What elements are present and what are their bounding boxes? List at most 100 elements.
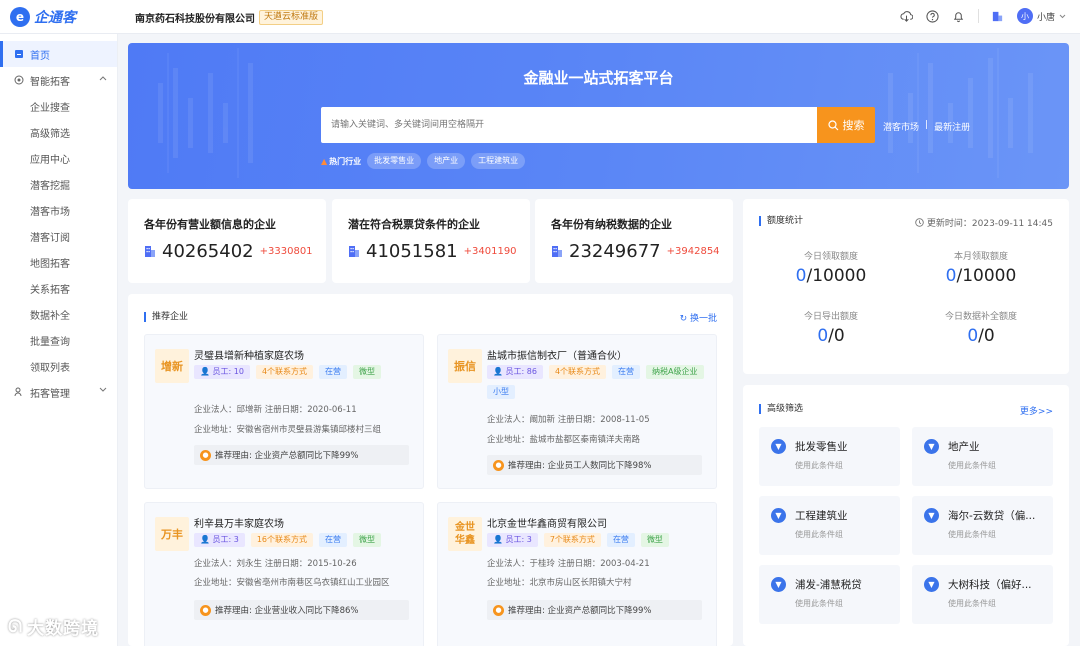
sidebar-item-app-center[interactable]: 应用中心: [0, 145, 117, 171]
company-address: 企业地址：盐城市盐都区秦南镇洋夫南路: [487, 435, 641, 445]
filter-group-name: 地产业: [948, 441, 980, 453]
help-icon[interactable]: [926, 9, 940, 23]
stat-delta: +3401190: [463, 246, 517, 257]
company-legal: 企业法人：刘永生 注册日期：2015-10-26: [194, 559, 357, 569]
download-icon[interactable]: [900, 9, 914, 23]
filter-icon: ▼: [771, 508, 786, 523]
filter-group-card[interactable]: ▼ 海尔-云数贷（偏... 使用此条件组: [912, 496, 1053, 555]
logo-text: 企通客: [34, 10, 76, 26]
sidebar-item-relation-prospecting[interactable]: 关系拓客: [0, 275, 117, 301]
stat-card-revenue[interactable]: 各年份有营业额信息的企业 40265402 +3330801: [128, 199, 326, 283]
recommend-reason: ● 推荐理由: 企业资产总额同比下降99%: [194, 445, 409, 465]
company-address: 企业地址：北京市房山区长阳镇大宁村: [487, 578, 632, 588]
filter-group-card[interactable]: ▼ 地产业 使用此条件组: [912, 427, 1053, 486]
reason-icon: ●: [200, 604, 211, 616]
sidebar-item-label: 首页: [30, 50, 50, 62]
refresh-button[interactable]: ↻ 换一批: [680, 311, 717, 324]
quota-daily-completion: 今日数据补全额度 0/0: [906, 309, 1056, 346]
sidebar-item-label: 应用中心: [30, 154, 70, 166]
use-filter-link[interactable]: 使用此条件组: [948, 460, 996, 471]
quota-used: 0: [795, 266, 807, 286]
avatar: 小: [1016, 8, 1033, 24]
tag-contacts[interactable]: 4个联系方式: [548, 365, 607, 379]
fire-icon: ▲: [321, 156, 328, 166]
sidebar-item-map-prospecting[interactable]: 地图拓客: [0, 249, 117, 275]
stat-card-tax-loan[interactable]: 潜在符合税票贷条件的企业 41051581 +3401190: [332, 199, 530, 283]
sidebar-item-claim-list[interactable]: 领取列表: [0, 353, 117, 379]
sidebar-item-batch-query[interactable]: 批量查询: [0, 327, 117, 353]
use-filter-link[interactable]: 使用此条件组: [795, 460, 843, 471]
hot-industries: ▲ 热门行业 批发零售业 地产业 工程建筑业: [321, 153, 526, 169]
use-filter-link[interactable]: 使用此条件组: [795, 598, 843, 609]
building-icon: [145, 246, 155, 257]
sidebar-item-enterprise-search[interactable]: 企业搜查: [0, 93, 117, 119]
hero-banner: 金融业一站式拓客平台 搜索 潜客市场 | 最新注册 ▲热门行业 批发零售业 地产…: [128, 43, 1069, 189]
link-prospect-market[interactable]: 潜客市场: [883, 120, 919, 133]
company-address: 企业地址：安徽省宿州市灵璧县游集镇邱楼村三组: [194, 425, 382, 435]
more-link[interactable]: 更多>>: [1020, 404, 1053, 417]
use-filter-link[interactable]: 使用此条件组: [795, 529, 843, 540]
sidebar-item-prospect-mining[interactable]: 潜客挖掘: [0, 171, 117, 197]
sidebar-item-smart-prospecting[interactable]: 智能拓客: [0, 67, 117, 93]
quota-value: 0/0: [756, 326, 906, 346]
filter-group-name: 工程建筑业: [795, 510, 848, 522]
sidebar-item-data-completion[interactable]: 数据补全: [0, 301, 117, 327]
filter-group-card[interactable]: ▼ 工程建筑业 使用此条件组: [759, 496, 900, 555]
quota-daily-claim: 今日领取额度 0/10000: [756, 249, 906, 286]
sidebar-item-prospect-subscribe[interactable]: 潜客订阅: [0, 223, 117, 249]
company-name[interactable]: 灵璧县增新种植家庭农场: [194, 347, 304, 362]
use-filter-link[interactable]: 使用此条件组: [948, 598, 996, 609]
company-name[interactable]: 盐城市振信制衣厂（普通合伙）: [487, 347, 627, 362]
hot-tag-wholesale[interactable]: 批发零售业: [367, 153, 422, 169]
top-bar: e 企通客 南京药石科技股份有限公司 天遒云标准版 小 小唐: [0, 0, 1080, 34]
link-newly-registered[interactable]: 最新注册: [934, 120, 970, 133]
recommend-reason: ● 推荐理由: 企业资产总额同比下降99%: [487, 600, 702, 620]
company-legal: 企业法人：于桂玲 注册日期：2003-04-21: [487, 559, 650, 569]
building-icon[interactable]: [991, 9, 1005, 23]
bell-icon[interactable]: [952, 9, 966, 23]
company-logo: 万丰: [155, 517, 189, 551]
hero-title: 金融业一站式拓客平台: [523, 69, 674, 87]
company-card[interactable]: 振信 盐城市振信制衣厂（普通合伙） 👤 员工: 86 4个联系方式 在营 纳税A…: [437, 334, 717, 489]
tag-contacts[interactable]: 7个联系方式: [543, 533, 601, 547]
company-card[interactable]: 增新 灵璧县增新种植家庭农场 👤 员工: 10 4个联系方式 在营 微型 企业法…: [144, 334, 424, 489]
quota-used: 0: [967, 326, 979, 346]
filter-group-card[interactable]: ▼ 大树科技（偏好... 使用此条件组: [912, 565, 1053, 624]
quota-title: 额度统计: [759, 216, 803, 226]
sidebar-item-label: 企业搜查: [30, 102, 70, 114]
quota-label: 今日领取额度: [803, 252, 858, 262]
watermark: ᘏ 大数跨境: [8, 614, 99, 640]
sidebar-item-advanced-filter[interactable]: 高级筛选: [0, 119, 117, 145]
hot-tag-real-estate[interactable]: 地产业: [427, 153, 466, 169]
reason-text: 推荐理由: 企业员工人数同比下降98%: [508, 461, 652, 471]
filter-group-name: 批发零售业: [795, 441, 848, 453]
company-name[interactable]: 北京金世华鑫商贸有限公司: [487, 515, 607, 530]
company-card[interactable]: 万丰 利辛县万丰家庭农场 👤 员工: 3 16个联系方式 在营 微型 企业法人：…: [144, 502, 424, 646]
tag-contacts[interactable]: 16个联系方式: [250, 533, 314, 547]
building-icon: [349, 246, 359, 257]
app-logo[interactable]: e 企通客: [10, 7, 76, 27]
filter-group-card[interactable]: ▼ 浦发-浦慧税贷 使用此条件组: [759, 565, 900, 624]
search-icon: [827, 119, 838, 130]
sidebar-item-prospect-market[interactable]: 潜客市场: [0, 197, 117, 223]
company-logo: 振信: [448, 349, 482, 383]
plan-badge: 天遒云标准版: [259, 10, 324, 25]
stat-card-tax-data[interactable]: 各年份有纳税数据的企业 23249677 +3942854: [535, 199, 733, 283]
sidebar-item-home[interactable]: 首页: [0, 41, 117, 67]
search-input[interactable]: [321, 107, 817, 143]
company-selector[interactable]: 南京药石科技股份有限公司 天遒云标准版: [135, 10, 324, 25]
filter-icon: ▼: [924, 439, 939, 454]
company-name[interactable]: 利辛县万丰家庭农场: [194, 515, 284, 530]
company-card[interactable]: 金世华鑫 北京金世华鑫商贸有限公司 👤 员工: 3 7个联系方式 在营 微型 企…: [437, 502, 717, 646]
use-filter-link[interactable]: 使用此条件组: [948, 529, 996, 540]
user-menu[interactable]: 小 小唐: [1016, 8, 1066, 24]
tag-contacts[interactable]: 4个联系方式: [255, 365, 314, 379]
quota-monthly-claim: 本月领取额度 0/10000: [906, 249, 1056, 286]
sidebar-item-label: 领取列表: [30, 362, 70, 374]
search-button[interactable]: 搜索: [817, 107, 875, 143]
filter-group-card[interactable]: ▼ 批发零售业 使用此条件组: [759, 427, 900, 486]
sidebar-item-label: 潜客订阅: [30, 232, 70, 244]
sidebar-item-prospect-management[interactable]: 拓客管理: [0, 379, 117, 405]
tag-staff: 👤 员工: 10: [194, 365, 250, 379]
hot-tag-construction[interactable]: 工程建筑业: [471, 153, 526, 169]
